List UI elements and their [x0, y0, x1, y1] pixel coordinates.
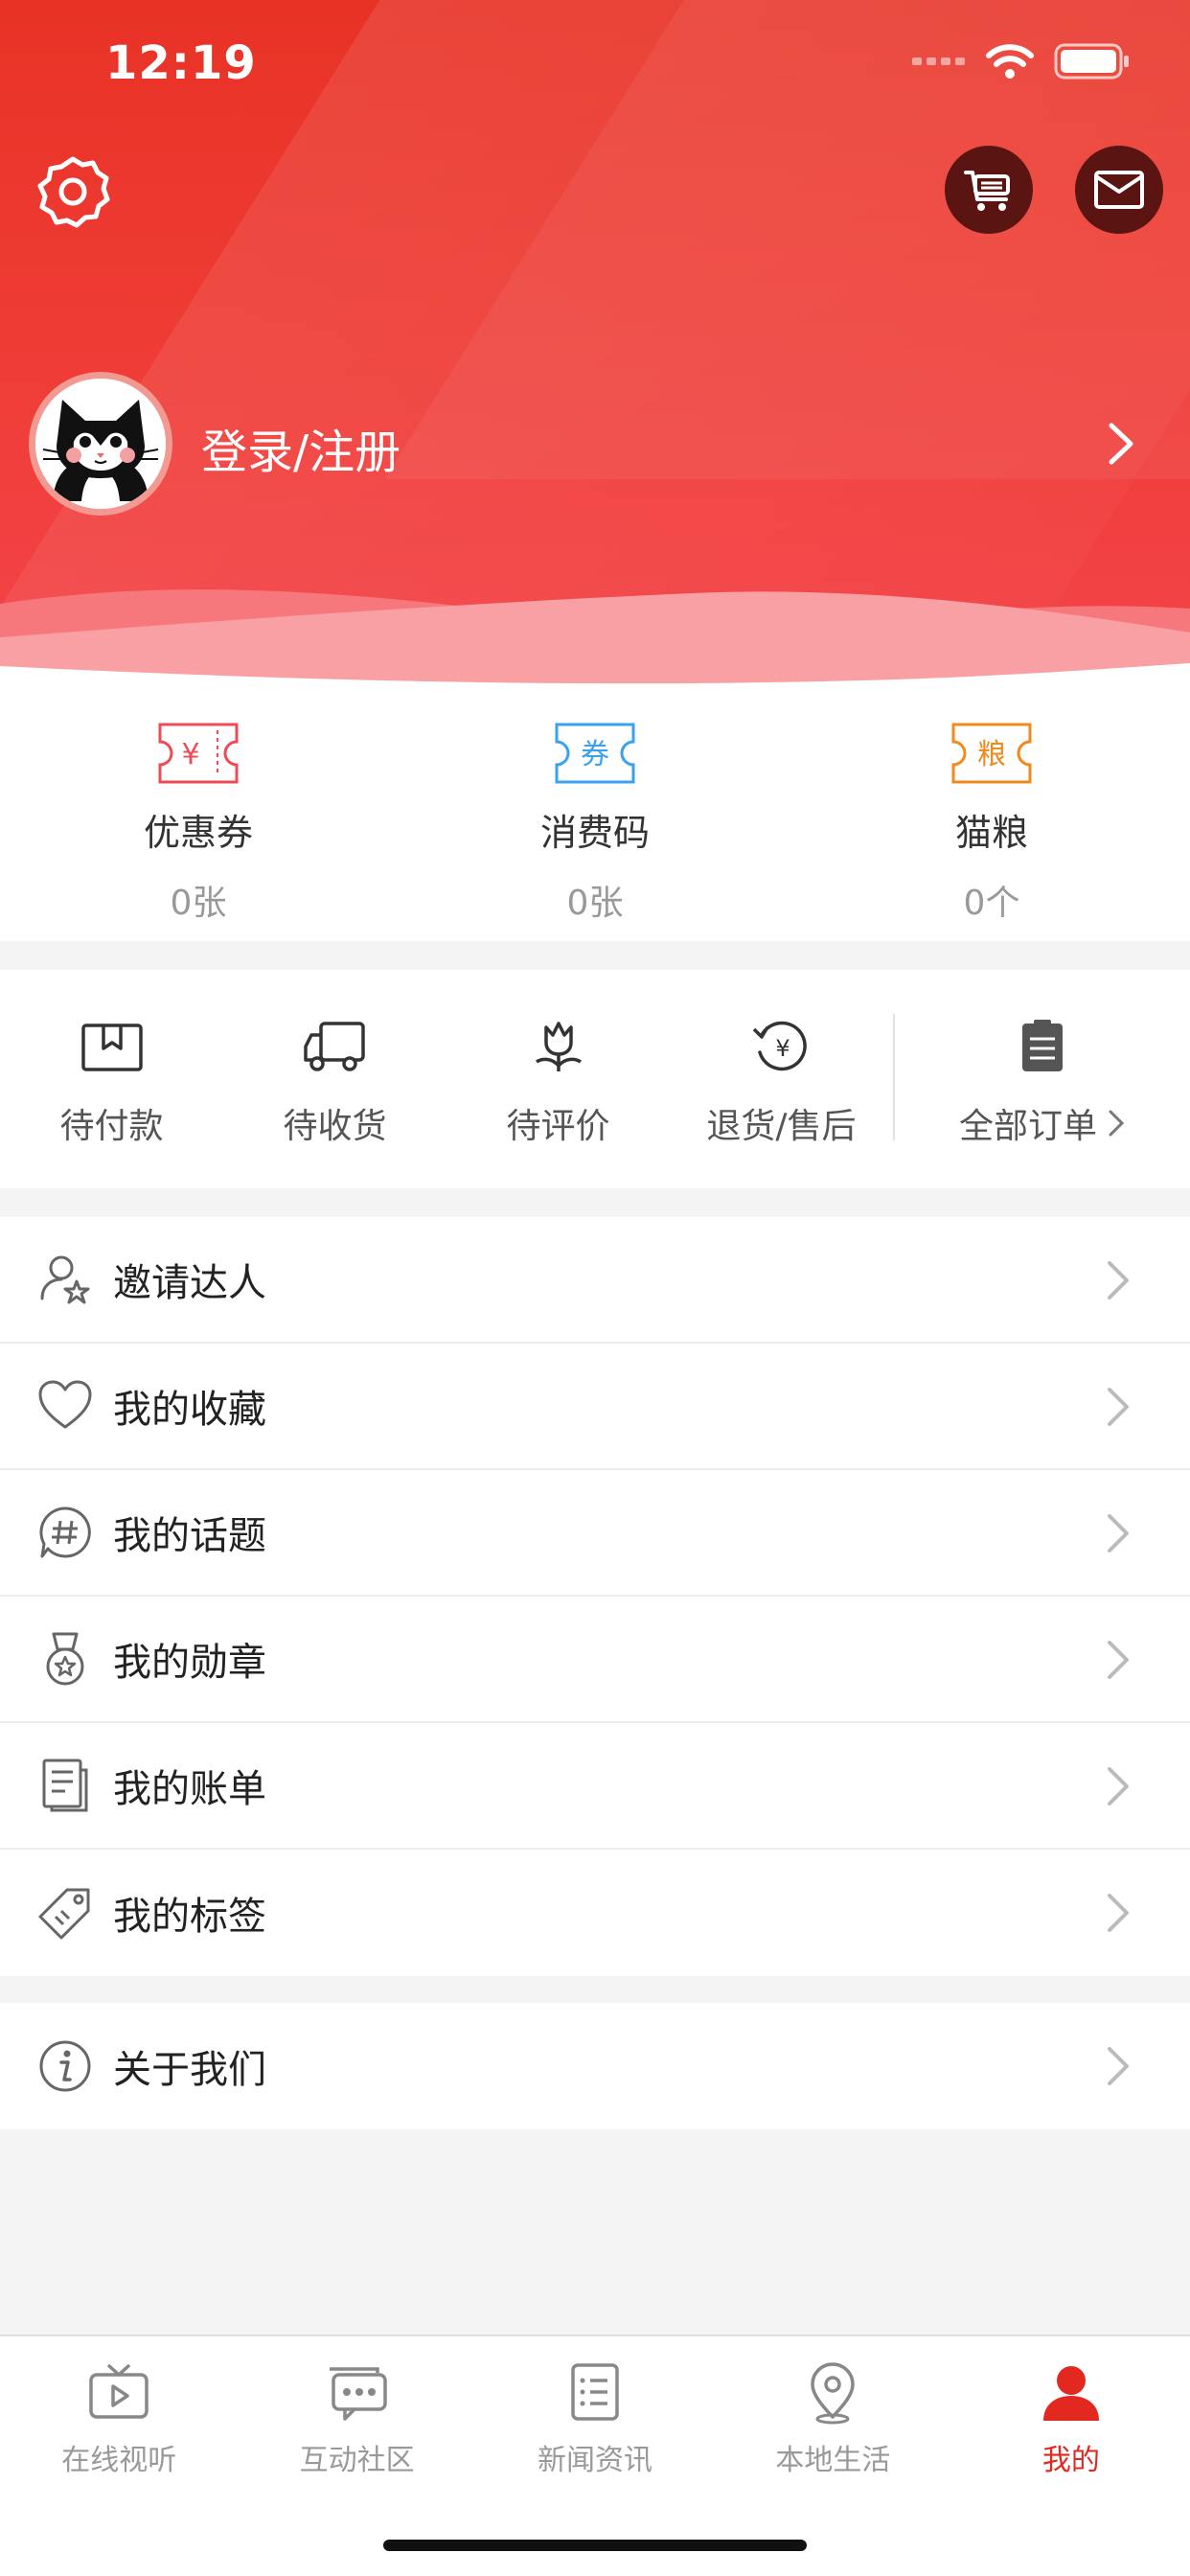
asset-label: 消费码 — [539, 812, 650, 854]
chevron-right-icon — [1108, 1388, 1129, 1426]
order-label: 待收货 — [283, 1107, 387, 1146]
review-flower-icon — [535, 1022, 582, 1071]
menu-item-about[interactable]: 关于我们 — [0, 2003, 1190, 2129]
svg-text:¥: ¥ — [181, 738, 199, 771]
asset-label: 猫粮 — [954, 812, 1028, 854]
hashtag-icon — [39, 1506, 91, 1558]
messages-button[interactable] — [1075, 146, 1163, 234]
menu-item-favorites[interactable]: 我的收藏 — [0, 1344, 1190, 1470]
chevron-right-icon — [1108, 1261, 1129, 1300]
tab-label: 新闻资讯 — [538, 2444, 653, 2477]
header-wave — [0, 589, 1190, 690]
about-section: 关于我们 — [0, 2003, 1190, 2129]
asset-voucher[interactable]: 券 消费码 0张 — [397, 690, 793, 941]
tab-label: 本地生活 — [775, 2444, 891, 2477]
status-indicators — [912, 42, 1131, 80]
order-label: 待评价 — [506, 1107, 610, 1146]
invite-user-icon — [40, 1255, 90, 1304]
order-pending-payment[interactable]: 待付款 — [0, 970, 223, 1148]
menu-item-topics[interactable]: 我的话题 — [0, 1470, 1190, 1597]
asset-coupon[interactable]: ¥ 优惠券 0张 — [0, 690, 397, 941]
order-label: 待付款 — [59, 1107, 164, 1146]
login-register-link[interactable]: 登录/注册 — [201, 414, 400, 481]
home-indicator — [383, 2540, 807, 2551]
menu-item-medals[interactable]: 我的勋章 — [0, 1597, 1190, 1723]
cart-icon — [964, 171, 1010, 211]
refund-icon: ¥ — [752, 1021, 807, 1071]
tag-icon — [38, 1888, 90, 1940]
all-orders-label: 全部订单 — [958, 1107, 1097, 1146]
signal-icon — [912, 58, 965, 65]
menu-item-label: 我的标签 — [113, 1895, 266, 1939]
menu-item-label: 邀请达人 — [113, 1261, 266, 1305]
tab-online-media[interactable]: 在线视听 — [0, 2336, 238, 2576]
svg-text:¥: ¥ — [775, 1035, 790, 1062]
tab-label: 我的 — [1041, 2444, 1100, 2477]
menu-item-label: 我的话题 — [113, 1514, 266, 1558]
profile-header: 12:19 登录/注册 — [0, 0, 1190, 690]
menu-item-bills[interactable]: 我的账单 — [0, 1723, 1190, 1850]
coupon-icon: ¥ — [158, 723, 239, 784]
assets-row: ¥ 优惠券 0张 券 消费码 0张 粮 猫粮 0个 — [0, 690, 1190, 941]
wifi-icon — [986, 44, 1034, 79]
cart-button[interactable] — [945, 146, 1033, 234]
svg-text:券: 券 — [581, 738, 609, 771]
gear-icon — [37, 156, 110, 228]
chevron-right-icon — [1108, 1641, 1129, 1679]
info-icon — [39, 2040, 91, 2092]
menu-item-label: 我的勋章 — [113, 1641, 266, 1685]
asset-label: 优惠券 — [143, 812, 253, 854]
asset-cat-food[interactable]: 粮 猫粮 0个 — [793, 690, 1190, 941]
clipboard-icon — [1022, 1020, 1063, 1071]
battery-icon — [1054, 43, 1129, 80]
asset-value: 0个 — [963, 884, 1020, 923]
menu-item-invite[interactable]: 邀请达人 — [0, 1217, 1190, 1344]
chevron-right-icon — [1109, 1110, 1125, 1137]
cat-avatar-icon — [35, 379, 166, 509]
menu-item-label: 我的收藏 — [113, 1388, 266, 1432]
user-icon — [1042, 2366, 1099, 2421]
avatar[interactable] — [29, 372, 172, 516]
asset-value: 0张 — [566, 884, 624, 923]
order-label: 退货/售后 — [706, 1107, 857, 1146]
tv-icon — [89, 2363, 149, 2419]
menu-item-tags[interactable]: 我的标签 — [0, 1850, 1190, 1976]
chevron-right-icon — [1108, 1767, 1129, 1806]
mail-icon — [1094, 171, 1144, 209]
order-pending-receipt[interactable]: 待收货 — [223, 970, 446, 1148]
menu-list: 邀请达人 我的收藏 我的话题 我的勋章 我的账单 我的标签 — [0, 1217, 1190, 1976]
tab-label: 在线视听 — [61, 2444, 177, 2477]
menu-item-label: 关于我们 — [113, 2048, 266, 2092]
delivery-truck-icon — [303, 1022, 365, 1071]
status-time: 12:19 — [105, 36, 257, 90]
order-refund[interactable]: ¥ 退货/售后 — [670, 970, 893, 1148]
chevron-right-icon — [1108, 2047, 1129, 2085]
chevron-right-icon — [1108, 1514, 1129, 1552]
tab-label: 互动社区 — [299, 2444, 415, 2477]
settings-button[interactable] — [34, 153, 111, 230]
cat-food-icon: 粮 — [951, 723, 1032, 784]
asset-value: 0张 — [170, 884, 227, 923]
voucher-icon: 券 — [555, 723, 635, 784]
medal-icon — [46, 1632, 84, 1686]
location-icon — [811, 2362, 856, 2425]
news-icon — [571, 2363, 619, 2421]
svg-text:粮: 粮 — [977, 738, 1006, 771]
pending-payment-icon — [80, 1024, 143, 1071]
order-pending-review[interactable]: 待评价 — [446, 970, 670, 1148]
tab-mine[interactable]: 我的 — [952, 2336, 1190, 2576]
chat-icon — [329, 2367, 387, 2421]
chevron-right-icon[interactable] — [1102, 420, 1140, 468]
chevron-right-icon — [1108, 1894, 1129, 1932]
menu-item-label: 我的账单 — [113, 1767, 266, 1811]
all-orders-button[interactable]: 全部订单 — [895, 970, 1190, 1148]
bill-icon — [42, 1759, 88, 1812]
heart-icon — [38, 1380, 92, 1429]
orders-row: 待付款 待收货 待评价 ¥ 退货/售后 全部订单 — [0, 970, 1190, 1188]
